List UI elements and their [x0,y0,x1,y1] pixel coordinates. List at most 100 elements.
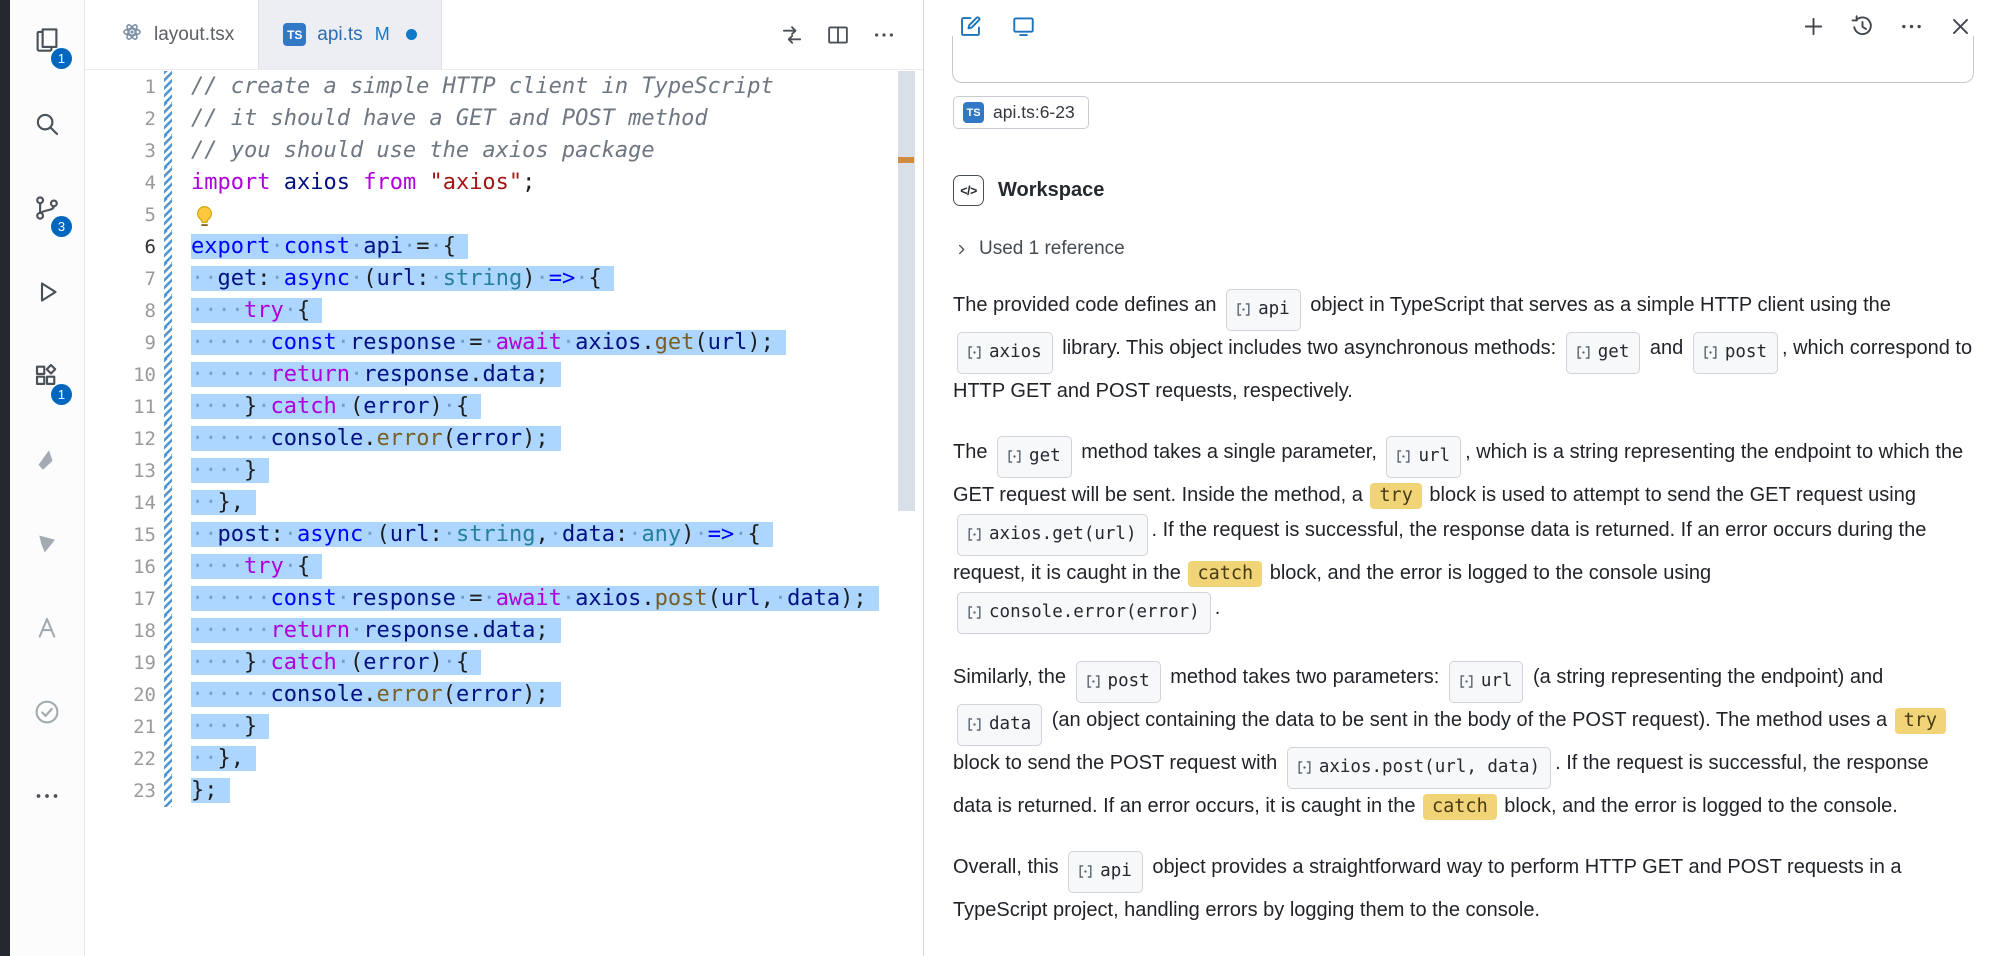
line-number[interactable]: 1 [85,71,156,103]
line-number[interactable]: 5 [85,199,156,231]
more-icon[interactable] [871,22,897,48]
code-text: ··get:·async·(url:·string)·=>·{ [191,263,614,295]
activity-explorer[interactable]: 1 [10,0,84,84]
line-number[interactable]: 3 [85,135,156,167]
text: Overall, this [953,856,1064,878]
keyword-highlight: try [1370,483,1421,509]
line-number[interactable]: 17 [85,583,156,615]
activity-run-debug[interactable] [10,252,84,336]
open-changes-icon[interactable] [779,22,805,48]
line-number[interactable]: 16 [85,551,156,583]
line-number[interactable]: 7 [85,263,156,295]
line-number[interactable]: 12 [85,423,156,455]
line-number[interactable]: 10 [85,359,156,391]
code-line-8[interactable]: 8····try·{ [85,295,923,327]
code-line-1[interactable]: 1// create a simple HTTP client in TypeS… [85,71,923,103]
code-line-19[interactable]: 19····}·catch·(error)·{ [85,647,923,679]
tab-layout.tsx[interactable]: layout.tsx [97,0,258,69]
check-circle-icon [32,697,62,732]
line-number[interactable]: 19 [85,647,156,679]
line-number[interactable]: 20 [85,679,156,711]
activity-source-control[interactable]: 3 [10,168,84,252]
activity-extension-b[interactable] [10,504,84,588]
activity-check-circle[interactable] [10,672,84,756]
symbol-chip[interactable]: post [1076,661,1161,703]
text: object in TypeScript that serves as a si… [1305,294,1891,316]
code-line-2[interactable]: 2// it should have a GET and POST method [85,103,923,135]
code-line-11[interactable]: 11····}·catch·(error)·{ [85,391,923,423]
symbol-chip[interactable]: axios.post(url, data) [1287,747,1551,789]
activity-extension-a[interactable] [10,420,84,504]
symbol-icon [966,526,983,543]
code-line-3[interactable]: 3// you should use the axios package [85,135,923,167]
line-number[interactable]: 11 [85,391,156,423]
code-line-22[interactable]: 22··}, [85,743,923,775]
code-line-9[interactable]: 9······const·response·=·await·axios.get(… [85,327,923,359]
react-component-icon [121,21,143,49]
code-line-6[interactable]: 6 export·const·api·=·{ [85,231,923,263]
symbol-chip[interactable]: get [997,436,1072,478]
chat-paragraph-3: Similarly, the post method takes two par… [953,660,1973,824]
line-number[interactable]: 18 [85,615,156,647]
tab-api.ts[interactable]: TSapi.tsM [258,0,441,69]
symbol-chip[interactable]: console.error(error) [957,592,1211,634]
line-number[interactable]: 2 [85,103,156,135]
activity-search[interactable] [10,84,84,168]
symbol-chip[interactable]: axios [957,332,1053,374]
symbol-chip[interactable]: api [1068,851,1143,893]
lightbulb-icon[interactable] [191,203,218,230]
line-number[interactable]: 6 [85,231,156,263]
vscode-window: 131 layout.tsxTSapi.tsM 1// create a sim… [0,0,1999,956]
split-editor-icon[interactable] [825,22,851,48]
git-change-bar [164,199,172,231]
symbol-chip[interactable]: axios.get(url) [957,514,1148,556]
chevron-right-icon [954,242,969,257]
symbol-icon [1006,448,1023,465]
line-number[interactable]: 9 [85,327,156,359]
activity-extensions[interactable]: 1 [10,336,84,420]
git-change-bar [164,103,172,135]
chat-input-remnant [952,36,1974,83]
code-line-7[interactable]: 7 ··get:·async·(url:·string)·=>·{ [85,263,923,295]
code-area[interactable]: 1// create a simple HTTP client in TypeS… [85,71,923,956]
code-line-13[interactable]: 13····} [85,455,923,487]
code-line-20[interactable]: 20······console.error(error); [85,679,923,711]
references-toggle[interactable]: Used 1 reference [954,238,1973,260]
code-line-16[interactable]: 16····try·{ [85,551,923,583]
line-number[interactable]: 13 [85,455,156,487]
selection-highlight: export·const·api·=·{ [191,234,468,259]
symbol-chip[interactable]: data [957,704,1042,746]
git-change-bar [164,135,172,167]
code-line-4[interactable]: 4import axios from "axios"; [85,167,923,199]
reference-chip[interactable]: TS api.ts:6-23 [953,96,1089,129]
code-line-18[interactable]: 18 ······return·response.data; [85,615,923,647]
line-number[interactable]: 14 [85,487,156,519]
symbol-chip[interactable]: url [1386,436,1461,478]
code-line-10[interactable]: 10 ······return·response.data; [85,359,923,391]
symbol-chip[interactable]: url [1449,661,1524,703]
code-text: ······return·response.data; [191,359,561,391]
line-number[interactable]: 21 [85,711,156,743]
code-line-23[interactable]: 23}; [85,775,923,807]
text: block, and the error is logged to the co… [1264,562,1711,584]
unsaved-dot[interactable] [406,29,417,40]
editor-scrollbar[interactable] [898,71,915,511]
activity-azure[interactable] [10,588,84,672]
line-number[interactable]: 8 [85,295,156,327]
line-number[interactable]: 15 [85,519,156,551]
code-line-14[interactable]: 14··}, [85,487,923,519]
symbol-chip[interactable]: api [1226,289,1301,331]
code-line-17[interactable]: 17······const·response·=·await·axios.pos… [85,583,923,615]
code-line-5[interactable]: 5 [85,199,923,231]
activity-more[interactable] [10,756,84,840]
code-line-21[interactable]: 21····} [85,711,923,743]
line-number[interactable]: 23 [85,775,156,807]
code-line-15[interactable]: 15··post:·async·(url:·string,·data:·any)… [85,519,923,551]
symbol-chip[interactable]: post [1693,332,1778,374]
line-number[interactable]: 4 [85,167,156,199]
symbol-chip[interactable]: get [1566,332,1641,374]
extension-a-icon [32,445,62,480]
line-number[interactable]: 22 [85,743,156,775]
selection-highlight: ······return·response.data; [191,618,561,643]
code-line-12[interactable]: 12······console.error(error); [85,423,923,455]
